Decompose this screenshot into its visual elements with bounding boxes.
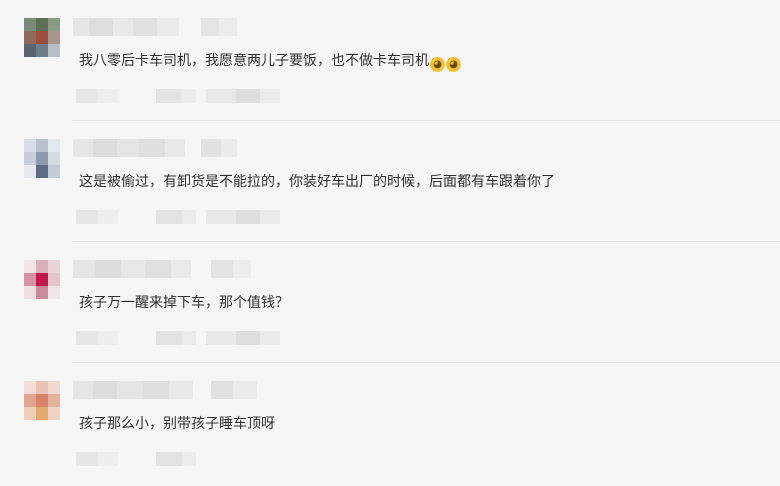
avatar-pixel: [60, 31, 72, 44]
avatar-pixel: [36, 407, 48, 420]
avatar-pixel: [36, 394, 48, 407]
avatar-pixel: [36, 286, 48, 299]
avatar-pixel: [36, 260, 48, 273]
avatar-pixel: [48, 394, 60, 407]
comment-item: 我八零后卡车司机，我愿意两儿子要饭，也不做卡车司机 ◕ ◕: [0, 0, 780, 121]
avatar-pixel: [36, 139, 48, 152]
avatar-pixel: [36, 381, 48, 394]
avatar-pixel: [48, 286, 60, 299]
comment-item: 孩子那么小，别带孩子睡车顶呀: [0, 363, 780, 484]
avatar-pixel: [24, 152, 36, 165]
avatar[interactable]: [24, 260, 72, 300]
avatar-pixel: [24, 44, 36, 57]
avatar[interactable]: [24, 18, 72, 58]
username-blurred[interactable]: [73, 18, 237, 36]
avatar-pixel: [48, 18, 60, 31]
avatar-pixel: [24, 165, 36, 178]
avatar-pixel: [60, 44, 72, 57]
avatar-pixel: [24, 273, 36, 286]
username-blurred[interactable]: [73, 139, 237, 157]
avatar[interactable]: [24, 139, 72, 179]
avatar-pixel: [48, 139, 60, 152]
avatar-pixel: [24, 407, 36, 420]
avatar-pixel: [60, 394, 72, 407]
avatar-pixel: [24, 31, 36, 44]
comment-item: 孩子万一醒来掉下车，那个值钱？: [0, 242, 780, 363]
avatar-pixel: [24, 18, 36, 31]
avatar-pixel: [24, 139, 36, 152]
avatar-pixel: [24, 260, 36, 273]
avatar-pixel: [60, 139, 72, 152]
avatar-pixel: [24, 286, 36, 299]
crying-face-icon: ◕: [446, 57, 461, 72]
comment-text: 孩子万一醒来掉下车，那个值钱？: [79, 295, 289, 311]
comment-text: 这是被偷过，有卸货是不能拉的，你装好车出厂的时候，后面都有车跟着你了: [79, 174, 555, 190]
avatar-pixel: [36, 18, 48, 31]
avatar-pixel: [60, 273, 72, 286]
avatar-pixel: [36, 165, 48, 178]
avatar-pixel: [48, 165, 60, 178]
avatar-pixel: [48, 273, 60, 286]
username-blurred[interactable]: [73, 381, 257, 399]
comment-text: 我八零后卡车司机，我愿意两儿子要饭，也不做卡车司机 ◕ ◕: [79, 52, 461, 72]
avatar[interactable]: [24, 381, 72, 421]
avatar-pixel: [60, 165, 72, 178]
avatar-pixel: [48, 407, 60, 420]
comment-list: 我八零后卡车司机，我愿意两儿子要饭，也不做卡车司机 ◕ ◕ 这是被偷过，有卸货是不: [0, 0, 780, 486]
comment-item: 这是被偷过，有卸货是不能拉的，你装好车出厂的时候，后面都有车跟着你了: [0, 121, 780, 242]
avatar-pixel: [60, 286, 72, 299]
avatar-pixel: [60, 260, 72, 273]
avatar-pixel: [36, 152, 48, 165]
crying-face-icon: ◕: [430, 57, 445, 72]
avatar-pixel: [60, 18, 72, 31]
avatar-pixel: [48, 260, 60, 273]
avatar-pixel: [60, 152, 72, 165]
avatar-pixel: [24, 394, 36, 407]
comment-text: 孩子那么小，别带孩子睡车顶呀: [79, 416, 275, 432]
avatar-pixel: [48, 44, 60, 57]
avatar-pixel: [36, 44, 48, 57]
avatar-pixel: [24, 381, 36, 394]
avatar-pixel: [36, 31, 48, 44]
avatar-pixel: [60, 381, 72, 394]
avatar-pixel: [48, 152, 60, 165]
username-blurred[interactable]: [73, 260, 251, 278]
avatar-pixel: [48, 381, 60, 394]
avatar-pixel: [36, 273, 48, 286]
avatar-pixel: [60, 407, 72, 420]
avatar-pixel: [48, 31, 60, 44]
